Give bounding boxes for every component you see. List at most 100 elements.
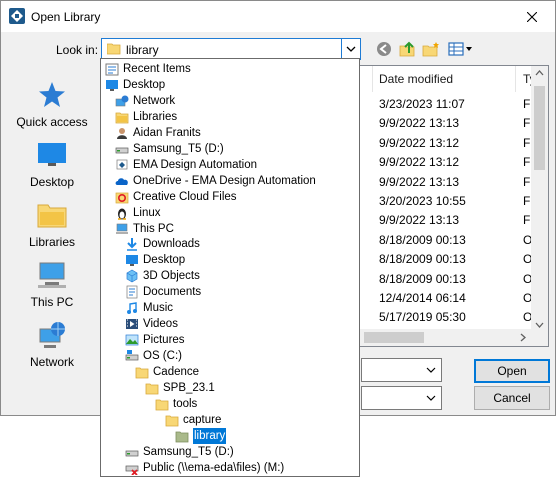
dropdown-item-label: Desktop [123, 78, 166, 91]
dropdown-item-label: Libraries [133, 110, 178, 123]
scroll-right-icon[interactable] [520, 333, 526, 342]
place-quick-access[interactable]: Quick access [9, 75, 95, 131]
network-icon [39, 322, 65, 348]
vertical-scrollbar[interactable] [531, 66, 548, 346]
dropdown-item-label: Creative Cloud Files [133, 190, 237, 203]
recent-items-icon [105, 63, 119, 76]
dropdown-item-label: Desktop [143, 254, 186, 267]
desktop-icon [126, 255, 138, 267]
dropdown-item-label: Documents [143, 286, 202, 299]
drive-icon [115, 147, 129, 154]
look-in-dropdown-list[interactable]: Recent Items Desktop Network Libraries Aidan… [100, 58, 360, 477]
file-row-date[interactable]: 8/18/2009 00:13 [379, 233, 466, 247]
dropdown-item-label: SPB_23.1 [163, 382, 215, 394]
file-row-date[interactable]: 3/23/2023 11:07 [379, 97, 465, 111]
file-row-date[interactable]: 9/9/2022 13:12 [379, 155, 459, 169]
place-network[interactable]: Network [9, 315, 95, 371]
file-row-date[interactable]: 9/9/2022 13:13 [379, 116, 459, 130]
dropdown-item-label: Linux [133, 206, 161, 219]
place-desktop[interactable]: Desktop [9, 135, 95, 191]
close-button[interactable] [509, 1, 555, 32]
network-drive-disconnected-icon [125, 465, 139, 475]
view-menu-icon [448, 42, 472, 56]
folder-icon [155, 399, 169, 411]
look-in-combo[interactable]: library [101, 38, 361, 60]
file-name-field[interactable] [361, 358, 442, 382]
file-type-field[interactable] [361, 386, 442, 410]
dropdown-item-label: Aidan Franits [133, 126, 201, 139]
open-button[interactable]: Open [474, 359, 550, 383]
file-row-date[interactable]: 5/17/2019 05:30 [379, 310, 466, 324]
dropdown-item-label: Pictures [143, 334, 185, 347]
dropdown-item-label: OS (C:) [143, 350, 182, 363]
view-menu-button[interactable] [447, 40, 473, 58]
network-drive-icon [116, 159, 128, 170]
downloads-icon [127, 238, 137, 252]
star-icon [39, 82, 65, 107]
folder-open-icon [175, 431, 189, 443]
dropdown-item-label: Samsung_T5 (D:) [133, 142, 224, 155]
new-folder-button[interactable] [422, 40, 440, 58]
new-folder-icon [422, 42, 439, 57]
dropdown-item-label: Network [133, 94, 176, 107]
dropdown-item-label: Public (\\ema-eda\files) (M:) [143, 461, 285, 474]
folder-icon [145, 383, 159, 395]
scroll-down-icon[interactable] [535, 322, 544, 328]
column-header-date[interactable]: Date modified [379, 66, 453, 92]
dropdown-item-label: Cadence [153, 366, 200, 379]
libraries-icon [115, 112, 129, 124]
horizontal-scroll-thumb[interactable] [364, 332, 424, 343]
dropdown-item-label: OneDrive - EMA Design Automation [133, 174, 316, 187]
file-row-date[interactable]: 12/4/2014 06:14 [379, 291, 466, 305]
up-folder-button[interactable] [399, 40, 417, 58]
dropdown-item-label: EMA Design Automation [133, 158, 258, 171]
place-label: This PC [30, 295, 74, 309]
desktop-icon [38, 143, 66, 166]
dropdown-item-label: Samsung_T5 (D:) [143, 445, 234, 458]
os-drive-icon [125, 350, 139, 361]
chevron-down-icon [346, 46, 356, 52]
dropdown-item-label: Recent Items [123, 63, 191, 75]
app-icon [9, 8, 25, 24]
desktop-icon [106, 79, 118, 91]
place-label: Libraries [28, 235, 76, 249]
dropdown-item-label: This PC [133, 222, 174, 235]
linux-icon [118, 208, 126, 220]
close-icon [527, 11, 537, 22]
chevron-down-icon[interactable] [426, 367, 436, 373]
window-title: Open Library [31, 10, 101, 24]
scroll-up-icon[interactable] [535, 70, 544, 76]
place-this-pc[interactable]: This PC [9, 255, 95, 311]
creative-cloud-icon [115, 192, 129, 203]
dropdown-item-label: capture [183, 413, 222, 426]
places-bar: Quick access Desktop Libraries This PC N… [9, 65, 95, 375]
vertical-scroll-thumb[interactable] [534, 86, 545, 170]
look-in-label: Look in: [56, 43, 99, 57]
cancel-button[interactable]: Cancel [474, 386, 550, 410]
file-row-date[interactable]: 9/9/2022 13:13 [379, 175, 459, 189]
place-libraries[interactable]: Libraries [9, 195, 95, 251]
place-label: Network [29, 355, 74, 369]
back-arrow-icon [377, 42, 391, 56]
user-icon [117, 127, 127, 139]
chevron-down-icon[interactable] [426, 395, 436, 401]
file-row-date[interactable]: 8/18/2009 00:13 [379, 272, 466, 286]
file-row-date[interactable]: 3/20/2023 10:55 [379, 194, 466, 208]
place-label: Desktop [29, 175, 75, 189]
back-button[interactable] [375, 40, 393, 58]
file-row-date[interactable]: 9/9/2022 13:13 [379, 213, 459, 227]
network-icon [115, 95, 129, 107]
up-folder-icon [399, 41, 415, 57]
folder-icon [165, 415, 179, 427]
file-row-date[interactable]: 9/9/2022 13:12 [379, 136, 459, 150]
drive-icon [125, 450, 139, 457]
file-row-date[interactable]: 8/18/2009 00:13 [379, 252, 466, 266]
3d-objects-icon [126, 269, 138, 283]
dropdown-item-label: Music [143, 302, 174, 315]
look-in-dropdown-arrow[interactable] [341, 39, 360, 59]
pictures-icon [125, 334, 139, 346]
this-pc-icon [38, 262, 66, 288]
dropdown-item-label-selected: library [191, 426, 228, 445]
this-pc-icon [116, 223, 128, 234]
dropdown-item-label: Videos [143, 318, 178, 331]
